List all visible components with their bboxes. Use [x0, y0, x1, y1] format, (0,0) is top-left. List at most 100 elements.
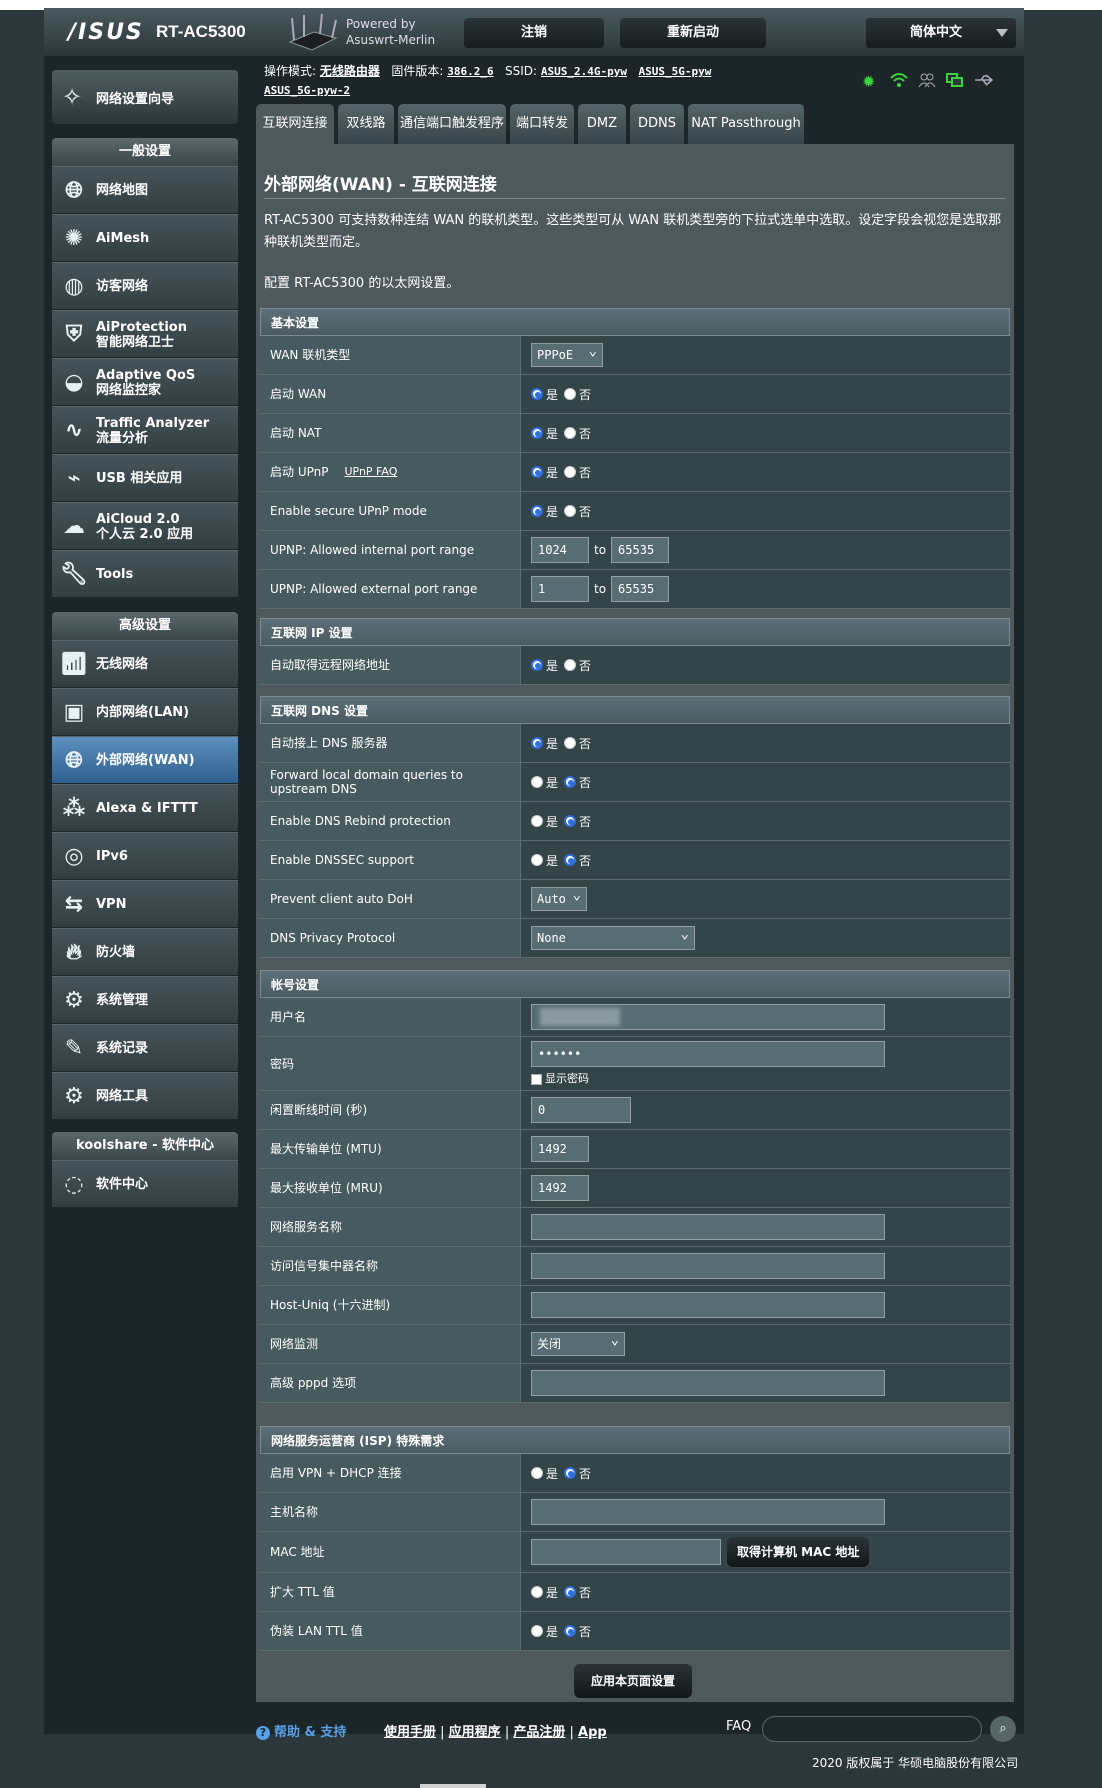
- vpn-dhcp-no-radio[interactable]: 否: [564, 1465, 591, 1482]
- faq-search-input[interactable]: [762, 1716, 982, 1742]
- tab-nat-passthrough[interactable]: NAT Passthrough: [688, 104, 804, 144]
- dnssec-no-radio[interactable]: 否: [564, 852, 591, 869]
- enable-wan-yes-radio[interactable]: 是: [531, 386, 558, 403]
- app-link[interactable]: App: [578, 1725, 607, 1740]
- sidebar-item-system-log[interactable]: ✎ 系统记录: [52, 1024, 238, 1071]
- pulse-icon: ∿: [64, 418, 84, 443]
- pppd-options-input[interactable]: [531, 1370, 885, 1396]
- upnp-faq-link[interactable]: UPnP FAQ: [344, 465, 397, 479]
- logout-button[interactable]: 注销: [464, 18, 604, 48]
- spoof-ttl-no-radio[interactable]: 否: [564, 1623, 591, 1640]
- spoof-ttl-yes-radio[interactable]: 是: [531, 1623, 558, 1640]
- external-port-to-input[interactable]: 65535: [611, 576, 670, 602]
- auto-dns-no-radio[interactable]: 否: [564, 735, 591, 752]
- manual-link[interactable]: 使用手册: [384, 1725, 436, 1740]
- doh-select[interactable]: Auto: [531, 884, 587, 911]
- idle-time-input[interactable]: 0: [531, 1097, 631, 1123]
- tab-port-forwarding[interactable]: 端口转发: [510, 104, 574, 144]
- sidebar-item-network-map[interactable]: 🌐︎ 网络地图: [52, 166, 238, 213]
- enable-upnp-yes-radio[interactable]: 是: [531, 464, 558, 481]
- enable-upnp-no-radio[interactable]: 否: [564, 464, 591, 481]
- footer: ? 帮助 & 支持 使用手册 | 应用程序 | 产品注册 | App FAQ ⌕: [256, 1716, 1026, 1746]
- wan-globe-icon: 🌐︎: [65, 748, 83, 773]
- sidebar-item-software-center[interactable]: ◌ 软件中心: [52, 1160, 238, 1207]
- sidebar-item-adaptive-qos[interactable]: ◒ Adaptive QoS 网络监控家: [52, 358, 238, 405]
- forward-local-no-radio[interactable]: 否: [564, 774, 591, 791]
- auto-dns-yes-radio[interactable]: 是: [531, 735, 558, 752]
- ssid-link-2[interactable]: ASUS_5G-pyw: [638, 65, 711, 78]
- dnssec-yes-radio[interactable]: 是: [531, 852, 558, 869]
- tab-port-trigger[interactable]: 通信端口触发程序: [398, 104, 506, 144]
- ac-name-input[interactable]: [531, 1253, 885, 1279]
- wan-type-select[interactable]: PPPoE: [531, 340, 603, 367]
- hostname-input[interactable]: [531, 1499, 885, 1525]
- language-select[interactable]: 简体中文: [866, 18, 1016, 48]
- usb-status-icon[interactable]: [974, 72, 994, 92]
- register-link[interactable]: 产品注册: [513, 1725, 565, 1740]
- quick-setup-button[interactable]: ✧ 网络设置向导: [52, 70, 238, 124]
- mode-link[interactable]: 无线路由器: [320, 64, 380, 78]
- sidebar-item-aicloud[interactable]: ☁ AiCloud 2.0 个人云 2.0 应用: [52, 502, 238, 549]
- cpu-gear-icon[interactable]: ✹: [862, 72, 875, 91]
- tab-ddns[interactable]: DDNS: [630, 104, 684, 144]
- apply-button[interactable]: 应用本页面设置: [574, 1664, 692, 1698]
- sidebar-item-wan[interactable]: 🌐︎ 外部网络(WAN): [52, 736, 238, 783]
- vpn-dhcp-yes-radio[interactable]: 是: [531, 1465, 558, 1482]
- tab-dual-wan[interactable]: 双线路: [338, 104, 394, 144]
- firmware-link[interactable]: 386.2_6: [447, 65, 493, 78]
- extend-ttl-yes-radio[interactable]: 是: [531, 1584, 558, 1601]
- sidebar-item-ipv6[interactable]: ◎ IPv6: [52, 832, 238, 879]
- sidebar-item-firewall[interactable]: 🔥︎ 防火墙: [52, 928, 238, 975]
- sidebar-item-lan[interactable]: ▣ 内部网络(LAN): [52, 688, 238, 735]
- sidebar-item-vpn[interactable]: ⇆ VPN: [52, 880, 238, 927]
- utility-link[interactable]: 应用程序: [449, 1725, 501, 1740]
- internal-port-to-input[interactable]: 65535: [611, 537, 670, 563]
- sidebar-item-traffic-analyzer[interactable]: ∿ Traffic Analyzer 流量分析: [52, 406, 238, 453]
- dns-privacy-select[interactable]: None: [531, 923, 695, 950]
- wifi-icon[interactable]: [890, 72, 908, 92]
- sidebar-item-alexa-ifttt[interactable]: ⁂ Alexa & IFTTT: [52, 784, 238, 831]
- service-name-input[interactable]: [531, 1214, 885, 1240]
- tab-dmz[interactable]: DMZ: [578, 104, 626, 144]
- rebind-no-radio[interactable]: 否: [564, 813, 591, 830]
- password-input[interactable]: ••••••: [531, 1041, 885, 1067]
- secure-upnp-no-radio[interactable]: 否: [564, 503, 591, 520]
- shield-icon: ⛨: [65, 322, 83, 347]
- secure-upnp-yes-radio[interactable]: 是: [531, 503, 558, 520]
- clone-mac-button[interactable]: 取得计算机 MAC 地址: [727, 1537, 870, 1567]
- show-password-checkbox[interactable]: 显示密码: [531, 1070, 589, 1086]
- external-port-from-input[interactable]: 1: [531, 576, 589, 602]
- sidebar-item-usb[interactable]: ⌁ USB 相关应用: [52, 454, 238, 501]
- enable-nat-no-radio[interactable]: 否: [564, 425, 591, 442]
- clients-icon[interactable]: [918, 72, 936, 92]
- mac-address-input[interactable]: [531, 1539, 721, 1565]
- reboot-button[interactable]: 重新启动: [620, 18, 766, 48]
- sidebar-item-tools[interactable]: 🔧︎ Tools: [52, 550, 238, 597]
- mtu-input[interactable]: 1492: [531, 1136, 589, 1162]
- monitor-select[interactable]: 关闭: [531, 1329, 625, 1356]
- sidebar-item-guest-network[interactable]: ◍ 访客网络: [52, 262, 238, 309]
- sidebar-item-wireless[interactable]: 📶︎ 无线网络: [52, 640, 238, 687]
- enable-nat-yes-radio[interactable]: 是: [531, 425, 558, 442]
- forward-local-yes-radio[interactable]: 是: [531, 774, 558, 791]
- auto-ip-no-radio[interactable]: 否: [564, 657, 591, 674]
- internal-port-from-input[interactable]: 1024: [531, 537, 589, 563]
- help-support-link[interactable]: ? 帮助 & 支持: [256, 1721, 346, 1740]
- ssid-link-1[interactable]: ASUS_2.4G-pyw: [541, 65, 627, 78]
- auto-ip-yes-radio[interactable]: 是: [531, 657, 558, 674]
- mru-input[interactable]: 1492: [531, 1175, 589, 1201]
- username-input[interactable]: [531, 1004, 885, 1030]
- ssid-link-3[interactable]: ASUS_5G-pyw-2: [264, 84, 350, 97]
- sidebar-item-aiprotection[interactable]: ⛨ AiProtection 智能网络卫士: [52, 310, 238, 357]
- extend-ttl-no-radio[interactable]: 否: [564, 1584, 591, 1601]
- rebind-yes-radio[interactable]: 是: [531, 813, 558, 830]
- tab-internet-connection[interactable]: 互联网连接: [256, 104, 334, 144]
- sidebar-item-administration[interactable]: ⚙ 系统管理: [52, 976, 238, 1023]
- sidebar-item-network-tools[interactable]: ⚙ 网络工具: [52, 1072, 238, 1119]
- sidebar-item-aimesh[interactable]: ✺ AiMesh: [52, 214, 238, 261]
- host-uniq-input[interactable]: [531, 1292, 885, 1318]
- lan-icon: ▣: [63, 700, 85, 725]
- enable-wan-no-radio[interactable]: 否: [564, 386, 591, 403]
- devices-icon[interactable]: [946, 72, 964, 92]
- search-icon[interactable]: ⌕: [990, 1716, 1016, 1742]
